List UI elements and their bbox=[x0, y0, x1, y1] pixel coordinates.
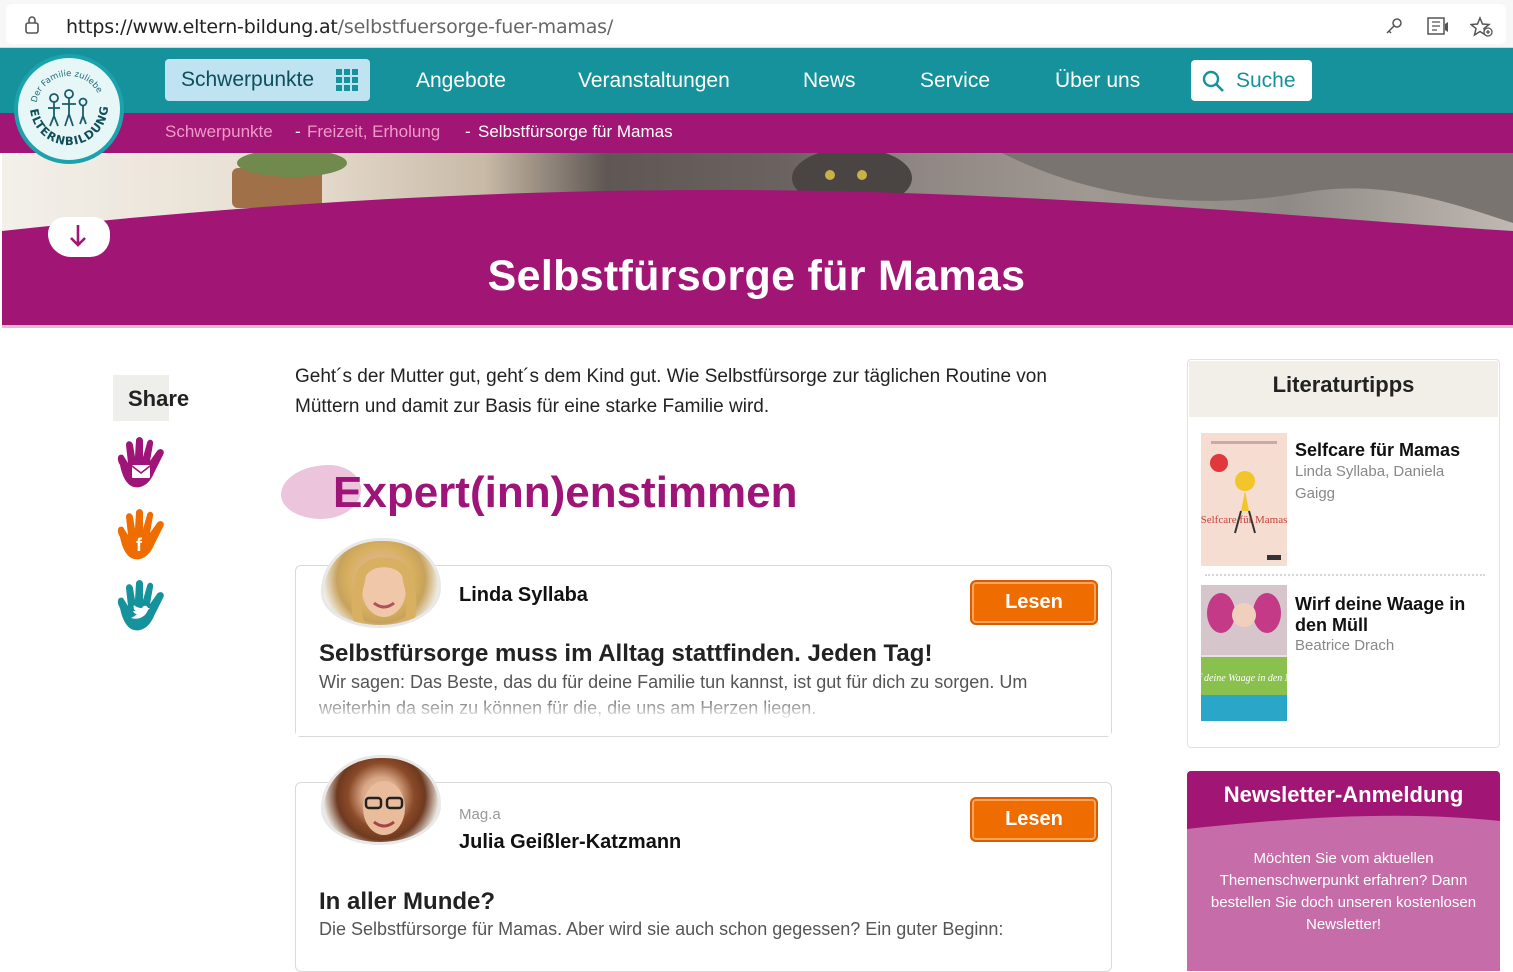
literature-title: Literaturtipps bbox=[1272, 372, 1415, 397]
elternbildung-logo[interactable]: Der Familie zuliebe ELTERNBILDUNG bbox=[14, 54, 124, 164]
key-icon[interactable] bbox=[1384, 16, 1404, 36]
grid-menu-icon bbox=[336, 69, 358, 91]
nav-ueber-uns[interactable]: Über uns bbox=[1055, 66, 1140, 96]
svg-text:Selfcare für Mamas: Selfcare für Mamas bbox=[1201, 514, 1287, 526]
hero-banner bbox=[2, 153, 1513, 328]
expert-title-prefix: Mag.a bbox=[459, 806, 501, 823]
book-cover-waage[interactable]: Wirf deine Waage in den Müll bbox=[1201, 585, 1287, 721]
email-hand-icon[interactable] bbox=[112, 437, 170, 493]
hero-wave-shape bbox=[2, 189, 1513, 328]
expert-heading[interactable]: In aller Munde? bbox=[319, 888, 495, 916]
page-title: Selbstfürsorge für Mamas bbox=[487, 252, 1026, 300]
scroll-down-button[interactable] bbox=[48, 217, 110, 257]
reader-view-icon[interactable] bbox=[1426, 16, 1450, 36]
twitter-hand-icon[interactable] bbox=[112, 580, 170, 636]
expert-teaser: Die Selbstfürsorge für Mamas. Aber wird … bbox=[319, 919, 1004, 939]
svg-text:Der Familie zuliebe: Der Familie zuliebe bbox=[30, 69, 104, 104]
newsletter-text: Möchten Sie vom aktuellen Themenschwerpu… bbox=[1210, 850, 1477, 933]
breadcrumb-separator: - bbox=[465, 122, 471, 141]
book-title[interactable]: Wirf deine Waage in den Müll bbox=[1295, 594, 1490, 636]
book-author: Linda Syllaba, Daniela Gaigg bbox=[1295, 463, 1445, 502]
svg-text:Wirf deine Waage in den Müll: Wirf deine Waage in den Müll bbox=[1201, 673, 1287, 684]
lock-icon bbox=[25, 16, 39, 34]
expert-name: Linda Syllaba bbox=[459, 584, 588, 606]
nav-news[interactable]: News bbox=[803, 66, 856, 96]
lesen-button[interactable]: Lesen bbox=[970, 797, 1098, 842]
newsletter-title[interactable]: Newsletter-Anmeldung bbox=[1187, 782, 1500, 808]
arrow-down-icon bbox=[70, 225, 86, 247]
avatar bbox=[321, 755, 441, 845]
book-title[interactable]: Selfcare für Mamas bbox=[1295, 440, 1490, 461]
avatar bbox=[321, 538, 441, 628]
text-fade bbox=[296, 696, 1111, 720]
url-text: https://www.eltern-bildung.at/selbstfuer… bbox=[66, 16, 614, 38]
breadcrumb-current: Selbstfürsorge für Mamas bbox=[478, 122, 673, 141]
book-cover-selfcare[interactable]: Selfcare für Mamas bbox=[1201, 433, 1287, 566]
expert-name: Julia Geißler-Katzmann bbox=[459, 831, 682, 853]
facebook-hand-icon[interactable]: f bbox=[112, 509, 170, 565]
nav-service[interactable]: Service bbox=[920, 66, 990, 96]
browser-toolbar: https://www.eltern-bildung.at/selbstfuer… bbox=[0, 0, 1513, 48]
search-icon bbox=[1202, 70, 1224, 92]
svg-text:f: f bbox=[136, 535, 143, 555]
book-author: Beatrice Drach bbox=[1295, 637, 1395, 654]
share-label: Share bbox=[128, 386, 190, 411]
breadcrumb-freizeit[interactable]: Freizeit, Erholung bbox=[307, 122, 440, 142]
hero-divider bbox=[2, 325, 1513, 328]
logo-graphic: Der Familie zuliebe ELTERNBILDUNG bbox=[27, 69, 110, 148]
nav-veranstaltungen[interactable]: Veranstaltungen bbox=[578, 66, 730, 96]
favorite-star-icon[interactable] bbox=[1470, 16, 1494, 38]
intro-text: Geht´s der Mutter gut, geht´s dem Kind g… bbox=[295, 366, 1047, 417]
breadcrumb-schwerpunkte[interactable]: Schwerpunkte bbox=[165, 122, 273, 142]
nav-angebote[interactable]: Angebote bbox=[416, 66, 506, 96]
lesen-button[interactable]: Lesen bbox=[970, 580, 1098, 625]
address-bar[interactable]: https://www.eltern-bildung.at/selbstfuer… bbox=[6, 4, 1506, 44]
section-title: Expert(inn)enstimmen bbox=[333, 468, 798, 517]
nav-schwerpunkte[interactable]: Schwerpunkte bbox=[165, 59, 370, 101]
expert-heading[interactable]: Selbstfürsorge muss im Alltag stattfinde… bbox=[319, 640, 932, 668]
search-button[interactable]: Suche bbox=[1191, 60, 1312, 101]
book-divider bbox=[1205, 574, 1485, 576]
breadcrumb-separator: - bbox=[295, 122, 301, 141]
